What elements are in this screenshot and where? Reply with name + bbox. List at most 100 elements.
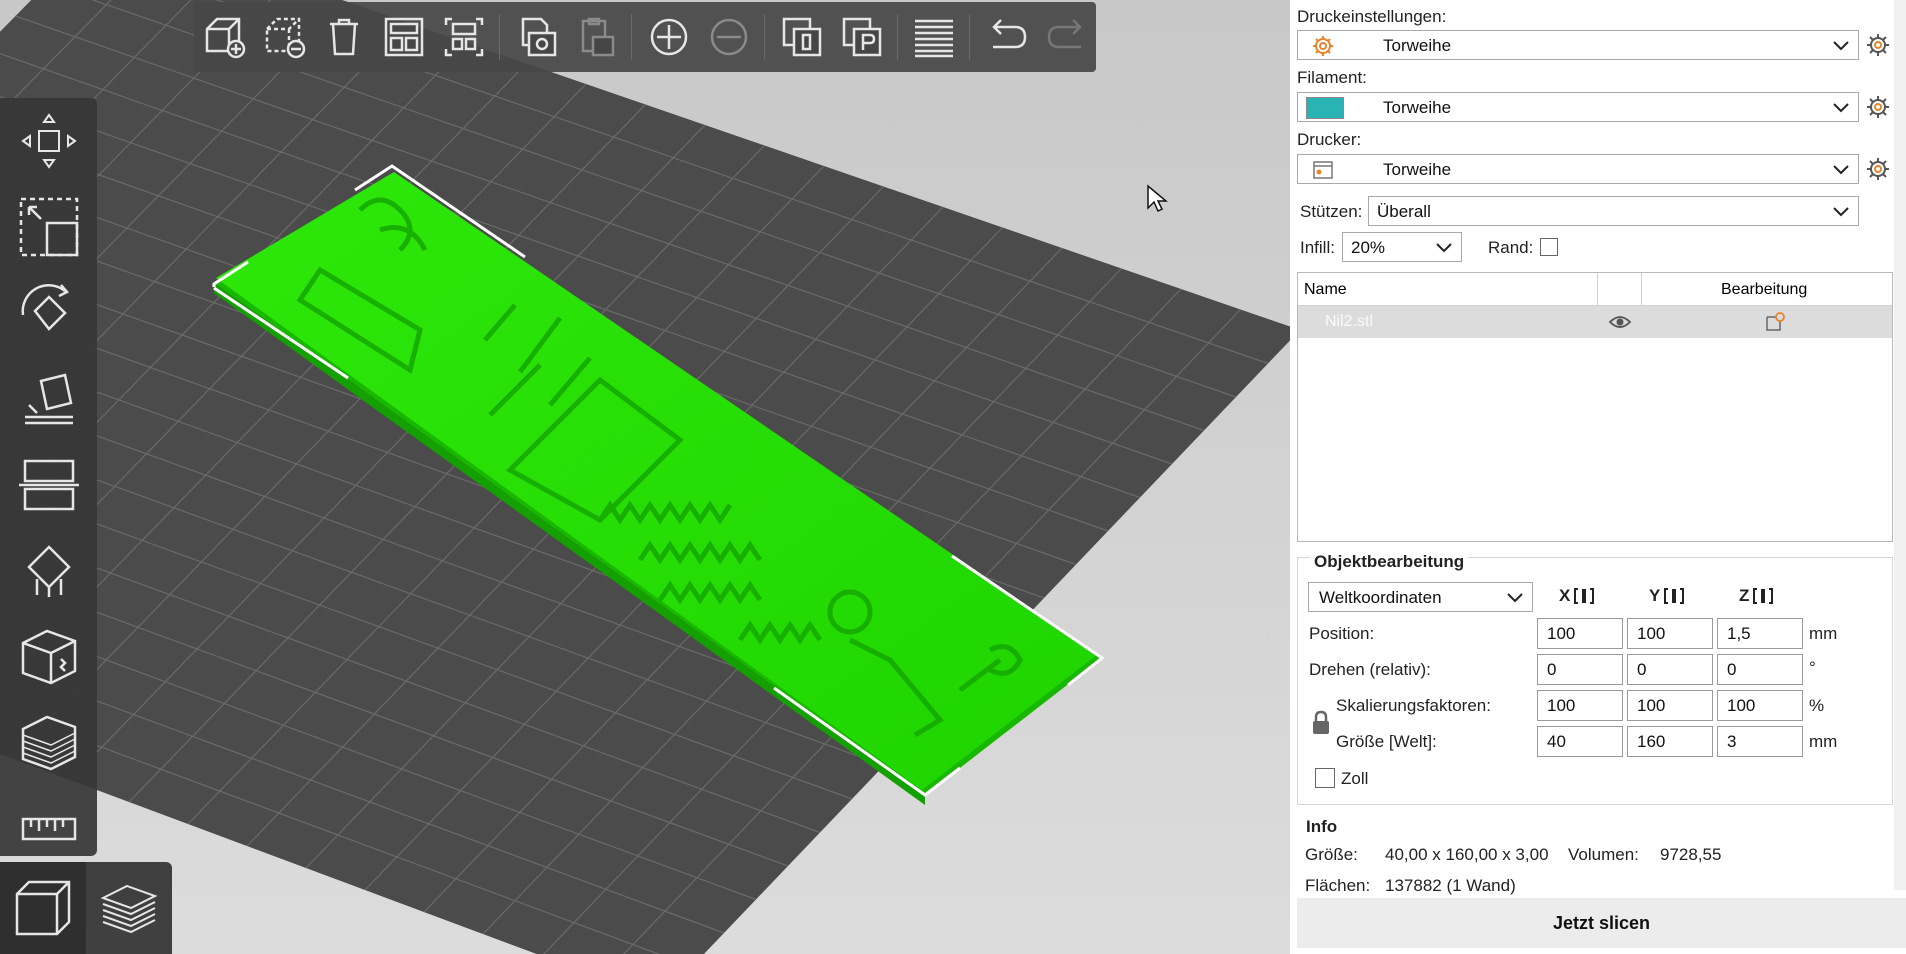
print-settings-combo[interactable]: Torweihe — [1297, 30, 1859, 60]
axis-z-icon — [1753, 588, 1774, 604]
axis-x-label: X — [1559, 586, 1571, 605]
copy-icon[interactable] — [508, 8, 566, 66]
scale-unit: % — [1809, 696, 1825, 715]
remove-object-icon[interactable] — [256, 8, 314, 66]
seam-paint-icon[interactable] — [0, 614, 97, 700]
axis-y-icon — [1664, 588, 1685, 604]
printer-value: Torweihe — [1383, 160, 1452, 179]
3d-view-icon[interactable] — [0, 862, 86, 954]
delete-all-icon[interactable] — [316, 8, 374, 66]
filament-gear-icon[interactable] — [1866, 95, 1890, 119]
printer-gear-icon[interactable] — [1866, 157, 1890, 181]
object-row[interactable]: Nil2.stl — [1298, 306, 1892, 338]
info-facets-value: 137882 (1 Wand) — [1385, 876, 1516, 895]
filament-label: Filament: — [1297, 68, 1367, 87]
info-size-value: 40,00 x 160,00 x 3,00 — [1385, 845, 1549, 864]
rotate-y-field[interactable]: 0 — [1627, 654, 1713, 685]
main-toolbar — [194, 2, 1096, 72]
chevron-down-icon — [1832, 162, 1850, 181]
position-unit: mm — [1809, 624, 1838, 643]
cut-icon[interactable] — [0, 442, 97, 528]
column-name[interactable]: Name — [1304, 281, 1347, 299]
split-icon[interactable] — [435, 8, 493, 66]
visibility-eye-icon[interactable] — [1608, 312, 1632, 337]
remove-instance-icon[interactable] — [700, 8, 758, 66]
info-volume-label: Volumen: — [1568, 845, 1639, 864]
printer-combo[interactable]: Torweihe — [1297, 154, 1859, 184]
print-bed-scene[interactable] — [0, 0, 1290, 954]
undo-icon[interactable] — [978, 8, 1036, 66]
slice-now-button[interactable]: Jetzt slicen — [1297, 898, 1906, 948]
coordinate-mode-value: Weltkoordinaten — [1319, 588, 1442, 607]
position-y-field[interactable]: 100 — [1627, 618, 1713, 649]
3d-viewport[interactable] — [0, 0, 1290, 954]
variable-layer-height-icon[interactable] — [0, 700, 97, 786]
add-instance-icon[interactable] — [640, 8, 698, 66]
axis-y-header: Y — [1649, 586, 1685, 606]
print-settings-icon — [1312, 35, 1334, 62]
position-z-field[interactable]: 1,5 — [1717, 618, 1803, 649]
size-z-field[interactable]: 3 — [1717, 726, 1803, 757]
size-label: Größe [Welt]: — [1336, 732, 1437, 751]
infill-combo[interactable]: 20% — [1342, 232, 1462, 262]
axis-x-icon — [1574, 588, 1595, 604]
size-y-field[interactable]: 160 — [1627, 726, 1713, 757]
move-icon[interactable] — [0, 98, 97, 184]
place-on-face-icon[interactable] — [0, 356, 97, 442]
lock-icon[interactable] — [1311, 710, 1331, 741]
axis-z-header: Z — [1739, 586, 1774, 606]
paste-icon[interactable] — [568, 8, 626, 66]
axis-y-label: Y — [1649, 586, 1661, 605]
rotate-x-field[interactable]: 0 — [1537, 654, 1623, 685]
object-manipulation-title: Objektbearbeitung — [1310, 552, 1469, 572]
gizmo-toolbar — [0, 98, 97, 856]
edit-settings-icon[interactable] — [1764, 311, 1786, 338]
supports-combo[interactable]: Überall — [1368, 196, 1859, 226]
inch-checkbox[interactable] — [1315, 768, 1335, 788]
supports-value: Überall — [1377, 202, 1431, 221]
scale-x-field[interactable]: 100 — [1537, 690, 1623, 721]
rotate-unit: ° — [1809, 658, 1816, 677]
add-object-icon[interactable] — [196, 8, 254, 66]
rotate-z-field[interactable]: 0 — [1717, 654, 1803, 685]
sidebar-scrollbar[interactable] — [1894, 0, 1906, 890]
scale-y-field[interactable]: 100 — [1627, 690, 1713, 721]
object-list: Name Bearbeitung Nil2.stl — [1297, 272, 1893, 542]
supports-label: Stützen: — [1300, 202, 1363, 221]
brim-label: Rand: — [1488, 238, 1534, 257]
position-x-field[interactable]: 100 — [1537, 618, 1623, 649]
arrange-icon[interactable] — [375, 8, 433, 66]
chevron-down-icon — [1435, 240, 1453, 259]
layers-editing-icon[interactable] — [906, 8, 964, 66]
infill-value: 20% — [1351, 238, 1386, 257]
column-edit[interactable]: Bearbeitung — [1721, 281, 1807, 299]
brim-checkbox[interactable] — [1540, 238, 1558, 256]
filament-value: Torweihe — [1383, 98, 1452, 117]
size-unit: mm — [1809, 732, 1838, 751]
support-paint-icon[interactable] — [0, 528, 97, 614]
position-label: Position: — [1309, 624, 1375, 643]
rotate-icon[interactable] — [0, 270, 97, 356]
print-settings-gear-icon[interactable] — [1866, 33, 1890, 57]
chevron-down-icon — [1832, 100, 1850, 119]
size-x-field[interactable]: 40 — [1537, 726, 1623, 757]
info-volume-value: 9728,55 — [1660, 845, 1722, 864]
info-title: Info — [1306, 817, 1338, 836]
chevron-down-icon — [1506, 590, 1524, 609]
axis-x-header: X — [1559, 586, 1595, 606]
split-to-parts-icon[interactable] — [833, 8, 891, 66]
redo-icon[interactable] — [1038, 8, 1096, 66]
preview-icon[interactable] — [86, 862, 172, 954]
mouse-cursor-icon — [1146, 184, 1169, 219]
infill-label: Infill: — [1300, 238, 1335, 257]
scale-z-field[interactable]: 100 — [1717, 690, 1803, 721]
coordinate-mode-combo[interactable]: Weltkoordinaten — [1308, 582, 1533, 612]
filament-combo[interactable]: Torweihe — [1297, 92, 1859, 122]
split-to-objects-icon[interactable] — [773, 8, 831, 66]
measure-icon[interactable] — [0, 786, 97, 872]
object-name: Nil2.stl — [1325, 313, 1374, 330]
axis-z-label: Z — [1739, 586, 1750, 605]
scale-icon[interactable] — [0, 184, 97, 270]
inch-label: Zoll — [1341, 769, 1369, 788]
print-settings-label: Druckeinstellungen: — [1297, 7, 1447, 26]
